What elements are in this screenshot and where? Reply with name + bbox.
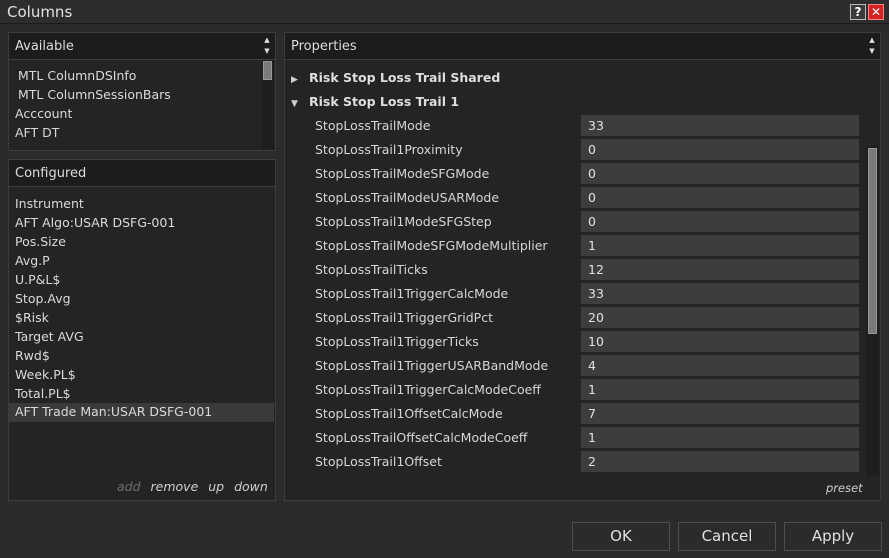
available-spin-icon[interactable]: ▲ ▼: [262, 35, 272, 57]
configured-item[interactable]: Pos.Size: [15, 234, 66, 249]
remove-link[interactable]: remove: [151, 479, 199, 494]
property-value-field[interactable]: 2: [581, 451, 859, 472]
properties-spin-icon[interactable]: ▲ ▼: [867, 35, 877, 57]
triangle-down-icon: ▼: [291, 99, 298, 109]
available-item[interactable]: MTL ColumnSessionBars: [18, 87, 171, 102]
down-link[interactable]: down: [234, 479, 268, 494]
properties-title: Properties: [291, 39, 357, 54]
property-name: StopLossTrailModeSFGModeMultiplier: [315, 238, 548, 253]
up-link[interactable]: up: [208, 479, 224, 494]
add-link[interactable]: add: [117, 479, 141, 494]
property-name: StopLossTrail1TriggerCalcMode: [315, 286, 509, 301]
property-value-field[interactable]: 1: [581, 379, 859, 400]
close-button[interactable]: ✕: [868, 4, 884, 20]
property-name: StopLossTrail1ModeSFGStep: [315, 214, 492, 229]
configured-item[interactable]: Week.PL$: [15, 367, 76, 382]
apply-button[interactable]: Apply: [784, 522, 882, 551]
configured-item[interactable]: Avg.P: [15, 253, 50, 268]
configured-item[interactable]: Stop.Avg: [15, 291, 71, 306]
triangle-right-icon: ▶: [291, 75, 298, 85]
available-item[interactable]: Acccount: [15, 106, 72, 121]
property-name: StopLossTrail1TriggerGridPct: [315, 310, 493, 325]
title-bar: Columns ? ✕: [0, 0, 889, 24]
ok-button[interactable]: OK: [572, 522, 670, 551]
property-name: StopLossTrail1TriggerCalcModeCoeff: [315, 382, 541, 397]
property-value-field[interactable]: 10: [581, 331, 859, 352]
property-name: StopLossTrailTicks: [315, 262, 428, 277]
configured-item[interactable]: Target AVG: [15, 329, 84, 344]
preset-link[interactable]: preset: [826, 481, 863, 495]
property-value-field[interactable]: 0: [581, 187, 859, 208]
available-scrollbar[interactable]: [262, 60, 274, 150]
configured-item[interactable]: $Risk: [15, 310, 49, 325]
property-name: StopLossTrailModeUSARMode: [315, 190, 500, 205]
property-value-field[interactable]: 33: [581, 283, 859, 304]
configured-header: Configured: [9, 160, 275, 187]
configured-item[interactable]: Total.PL$: [15, 386, 71, 401]
property-value-field[interactable]: 0: [581, 139, 859, 160]
property-name: StopLossTrailMode: [315, 118, 431, 133]
available-header: Available ▲ ▼: [9, 33, 275, 60]
property-value-field[interactable]: 1: [581, 427, 859, 448]
configured-item[interactable]: Rwd$: [15, 348, 50, 363]
properties-scrollbar[interactable]: [866, 146, 879, 476]
configured-actions: add remove up down: [111, 479, 268, 494]
property-value-field[interactable]: 0: [581, 163, 859, 184]
category-risk-stop-loss-trail-shared[interactable]: ▶ Risk Stop Loss Trail Shared: [291, 70, 500, 85]
property-value-field[interactable]: 20: [581, 307, 859, 328]
property-value-field[interactable]: 12: [581, 259, 859, 280]
property-name: StopLossTrail1TriggerTicks: [315, 334, 479, 349]
category-risk-stop-loss-trail-1[interactable]: ▼ Risk Stop Loss Trail 1: [291, 94, 459, 109]
property-value-field[interactable]: 33: [581, 115, 859, 136]
property-value-field[interactable]: 7: [581, 403, 859, 424]
window-title: Columns: [7, 3, 73, 21]
configured-item[interactable]: U.P&L$: [15, 272, 60, 287]
property-value-field[interactable]: 1: [581, 235, 859, 256]
configured-item[interactable]: AFT Algo:USAR DSFG-001: [15, 215, 175, 230]
help-button[interactable]: ?: [850, 4, 866, 20]
configured-panel: Configured Instrument AFT Algo:USAR DSFG-…: [8, 159, 276, 501]
configured-item[interactable]: AFT Trade Man:USAR DSFG-001: [9, 403, 274, 422]
configured-title: Configured: [15, 166, 87, 181]
cancel-button[interactable]: Cancel: [678, 522, 776, 551]
property-name: StopLossTrail1Offset: [315, 454, 442, 469]
property-name: StopLossTrail1TriggerUSARBandMode: [315, 358, 549, 373]
properties-panel: Properties ▲ ▼ ▶ Risk Stop Loss Trail Shar…: [284, 32, 881, 501]
available-panel: Available ▲ ▼ MTL ColumnDSInfo MTL ColumnS…: [8, 32, 276, 151]
properties-header: Properties ▲ ▼: [285, 33, 880, 60]
configured-item[interactable]: Instrument: [15, 196, 84, 211]
available-item[interactable]: AFT DT: [15, 125, 59, 140]
properties-scroll-thumb[interactable]: [868, 148, 877, 334]
property-value-field[interactable]: 0: [581, 211, 859, 232]
property-value-field[interactable]: 4: [581, 355, 859, 376]
property-name: StopLossTrail1OffsetCalcMode: [315, 406, 503, 421]
available-scroll-thumb[interactable]: [263, 61, 272, 80]
property-name: StopLossTrailOffsetCalcModeCoeff: [315, 430, 528, 445]
property-name: StopLossTrail1Proximity: [315, 142, 463, 157]
available-title: Available: [15, 39, 74, 54]
available-item[interactable]: MTL ColumnDSInfo: [18, 68, 136, 83]
property-name: StopLossTrailModeSFGMode: [315, 166, 490, 181]
